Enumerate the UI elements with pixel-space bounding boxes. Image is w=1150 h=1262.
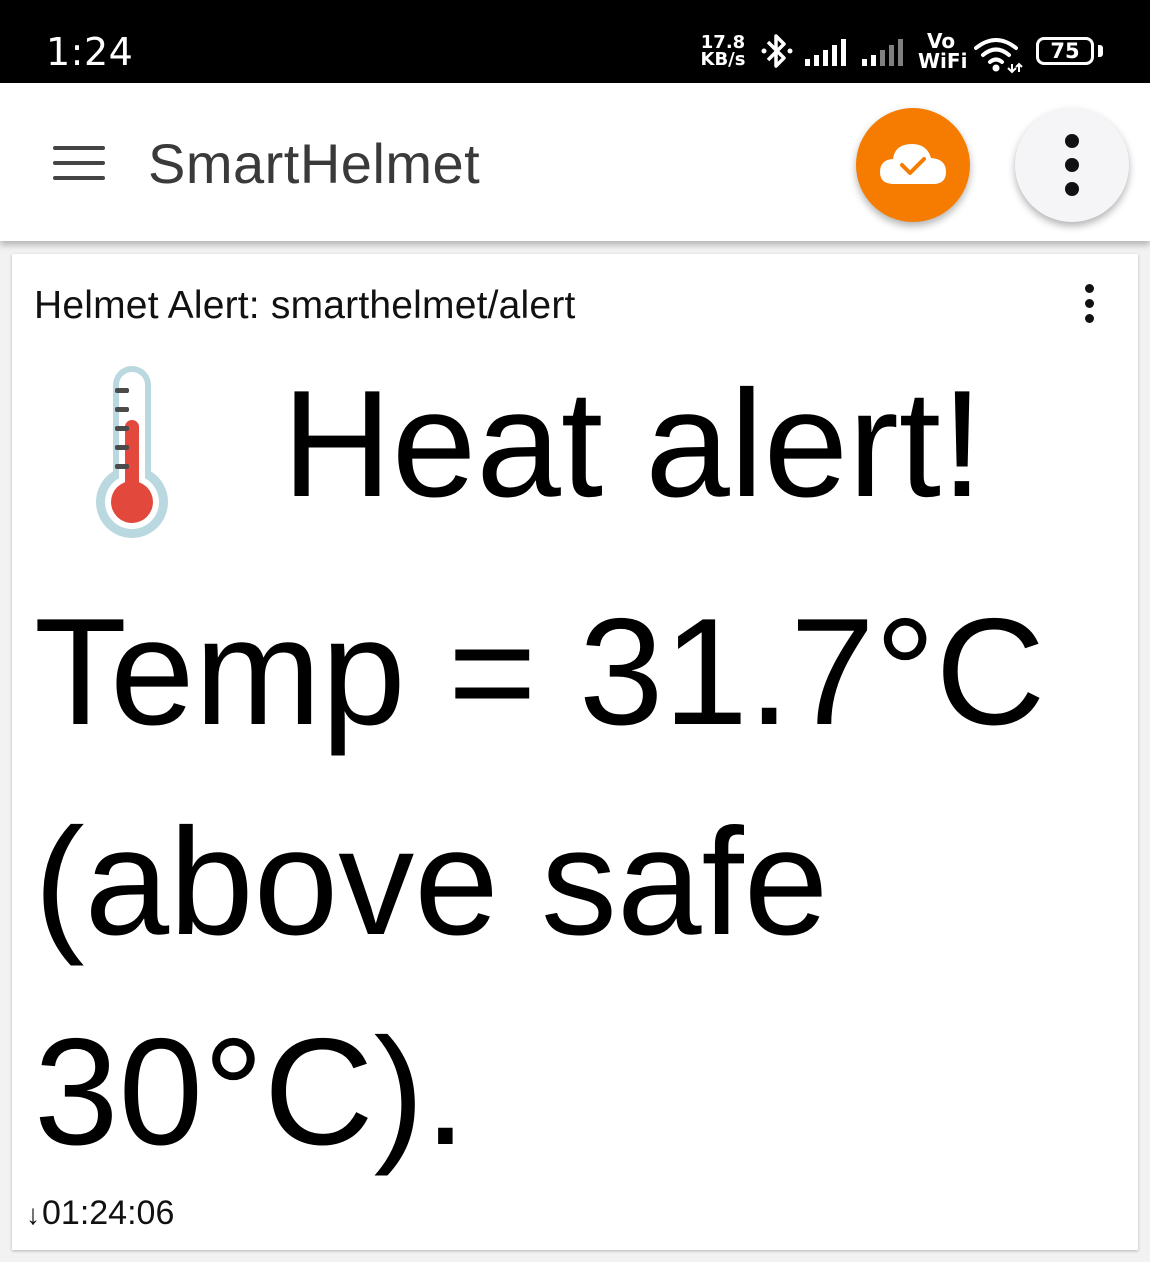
- battery-tip: [1098, 45, 1103, 57]
- status-bar: 1:24 17.8 KB/s Vo WiFi 75: [0, 0, 1150, 83]
- received-arrow-icon: ↓: [26, 1199, 40, 1230]
- alert-card[interactable]: Helmet Alert: smarthelmet/alert Heat ale…: [12, 254, 1138, 1250]
- network-speed: 17.8 KB/s: [697, 34, 749, 70]
- vowifi-indicator: Vo WiFi: [918, 29, 968, 73]
- battery-level: 75: [1050, 39, 1080, 63]
- signal-icon: [862, 39, 903, 66]
- bluetooth-icon: [761, 34, 793, 68]
- app-title: SmartHelmet: [148, 132, 481, 195]
- battery-icon: 75: [1036, 37, 1094, 65]
- cloud-check-icon: [880, 144, 946, 184]
- vowifi-bottom: WiFi: [918, 49, 968, 73]
- network-speed-unit: KB/s: [700, 49, 746, 70]
- timestamp-value: 01:24:06: [42, 1194, 175, 1232]
- card-title: Helmet Alert: smarthelmet/alert: [34, 284, 576, 327]
- alert-heading: Heat alert!: [282, 359, 984, 529]
- overflow-menu-button[interactable]: [1015, 108, 1129, 222]
- thermometer-icon: [96, 366, 168, 538]
- signal-icon: [805, 39, 846, 66]
- status-time: 1:24: [46, 30, 134, 74]
- card-menu-icon[interactable]: [1082, 284, 1096, 324]
- wifi-icon: [974, 38, 1023, 74]
- connection-status-button[interactable]: [856, 108, 970, 222]
- hamburger-menu-icon[interactable]: [53, 146, 105, 180]
- message-timestamp: ↓01:24:06: [26, 1194, 174, 1233]
- app-bar: SmartHelmet: [0, 83, 1150, 241]
- vowifi-top: Vo: [926, 29, 956, 53]
- alert-message: Temp = 31.7°C (above safe 30°C).: [34, 587, 1046, 1177]
